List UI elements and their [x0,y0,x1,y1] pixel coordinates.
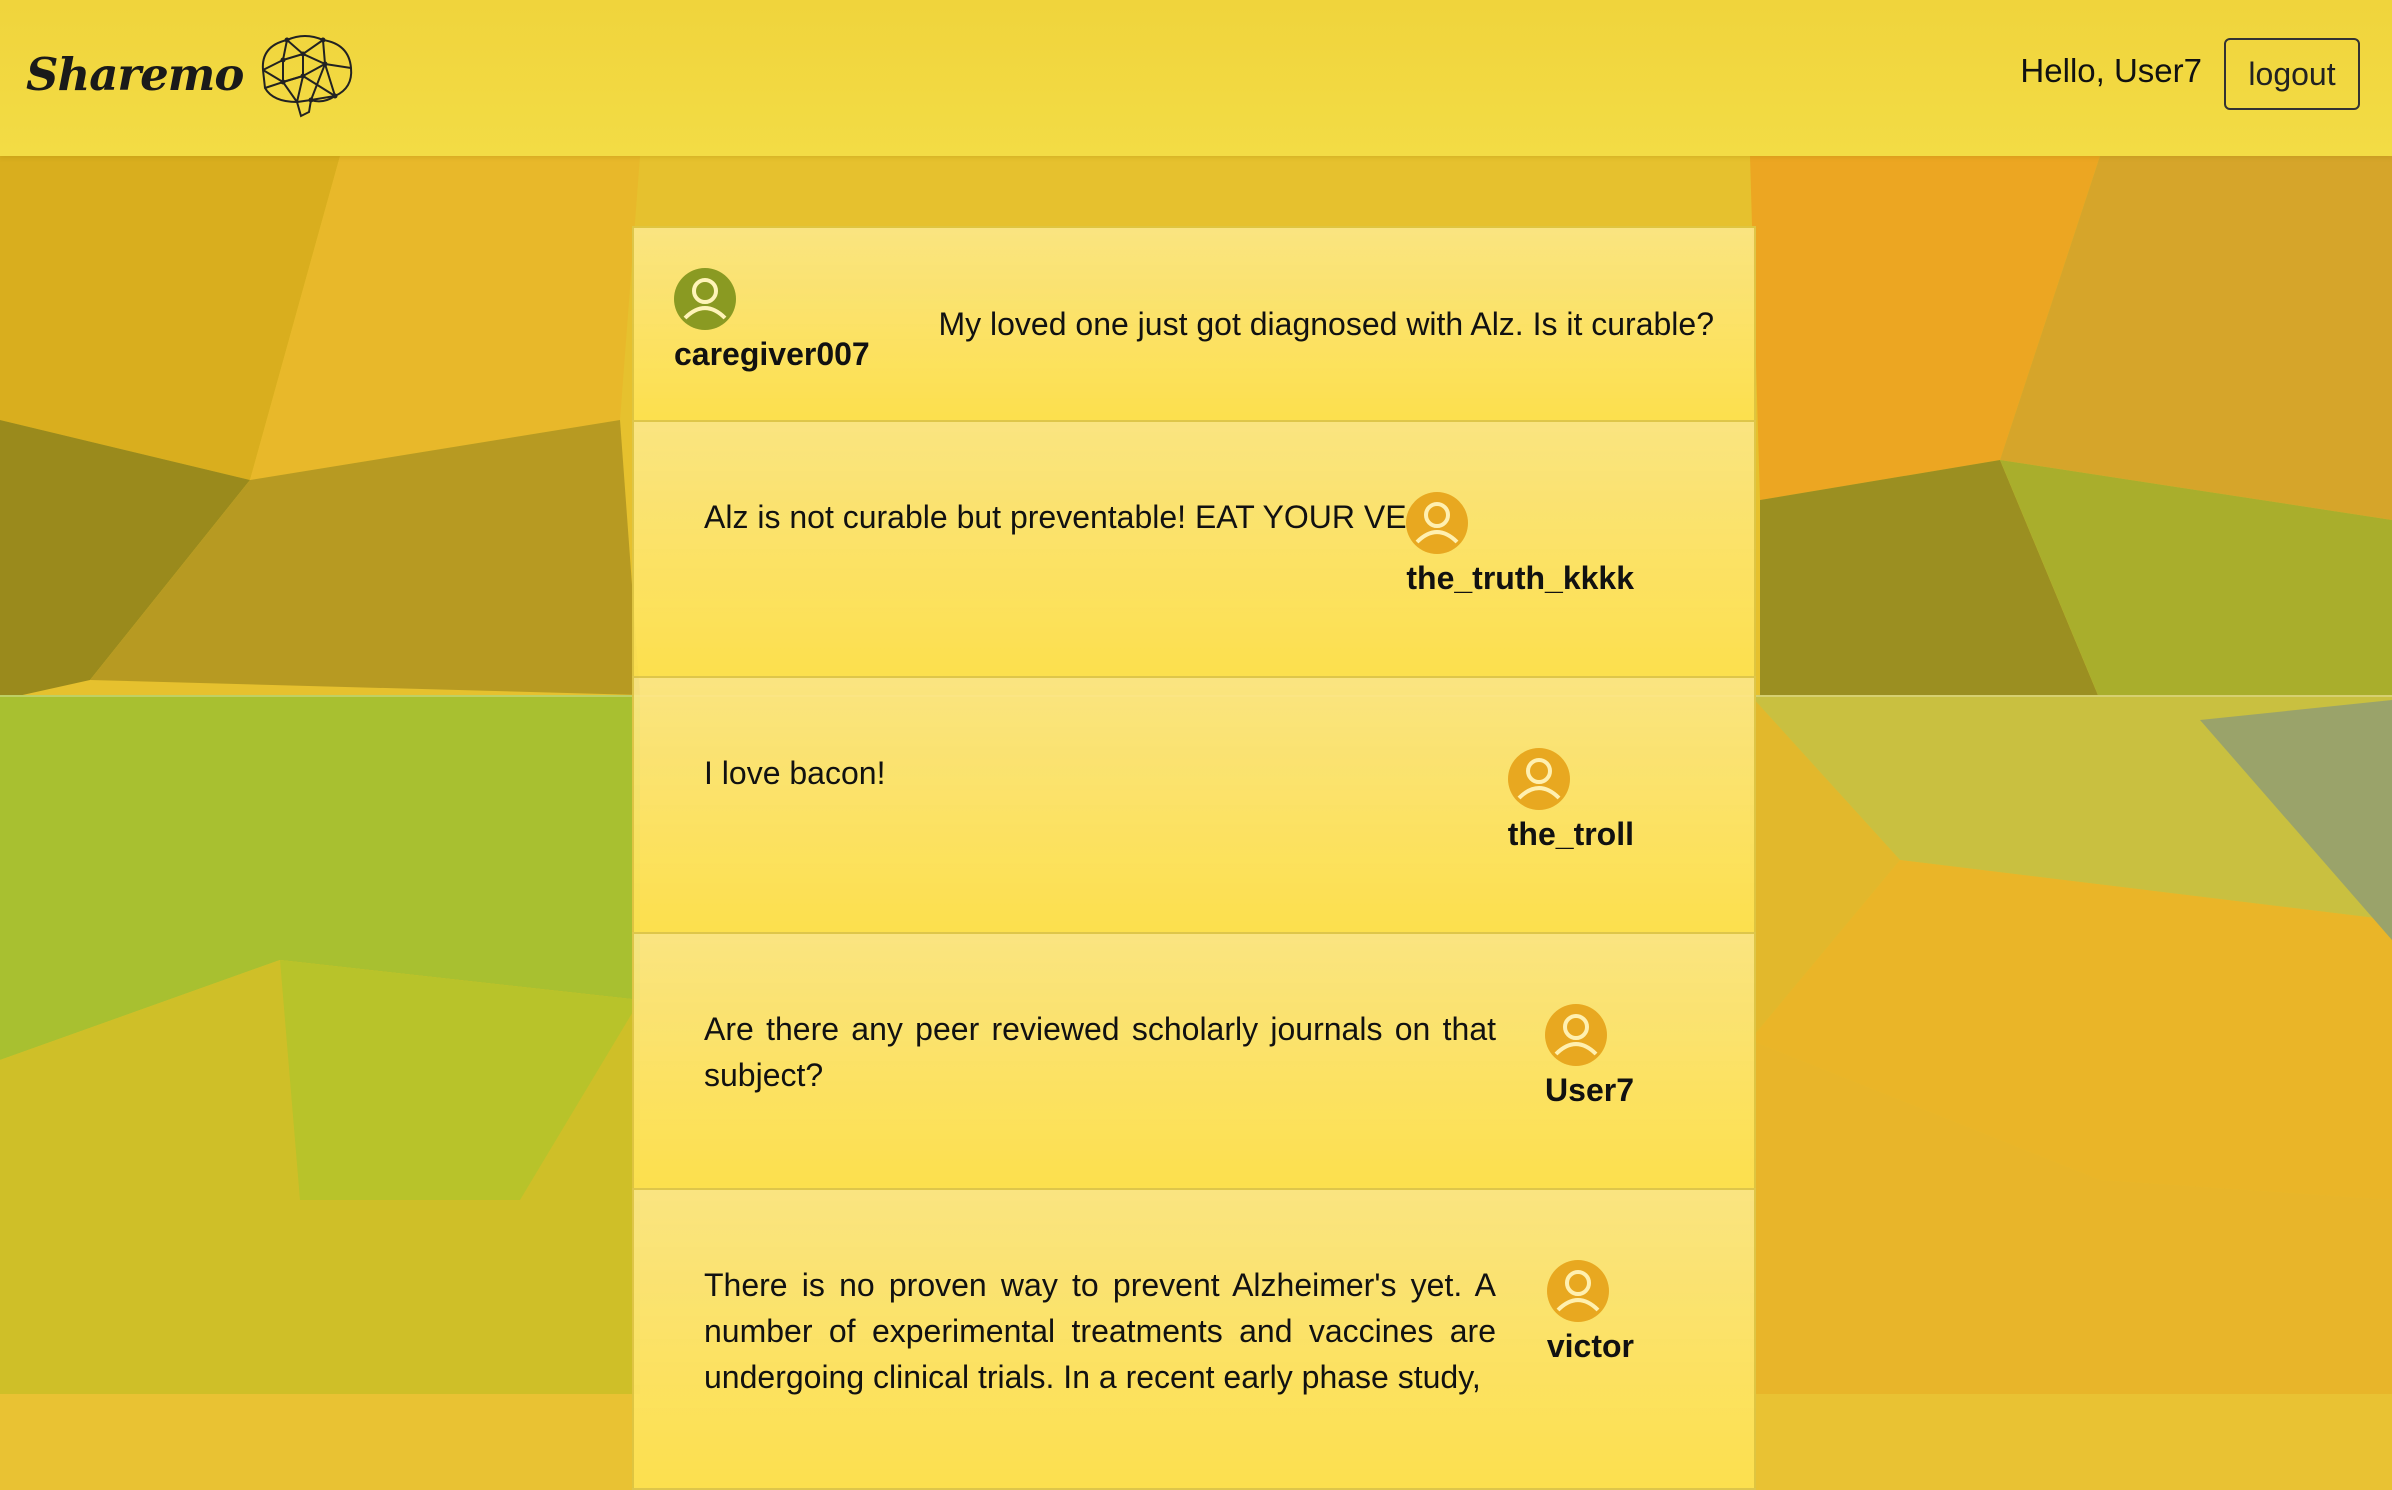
reply-post: Are there any peer reviewed scholarly jo… [632,934,1756,1190]
user-avatar-icon[interactable] [1406,492,1469,554]
reply-text: There is no proven way to prevent Alzhei… [704,1267,1496,1395]
question-post: caregiver007 My loved one just got diagn… [632,226,1756,422]
reply-text: I love bacon! [704,755,886,791]
question-author: caregiver007 [674,268,870,373]
reply-text: Alz is not curable but preventable! EAT … [704,499,1462,535]
reply-post: I love bacon! the_troll [632,678,1756,934]
reply-author-name[interactable]: the_troll [1508,816,1634,853]
reply-author: the_troll [1507,748,1634,853]
brand-name: Sharemo [26,47,244,101]
reply-author-name[interactable]: User7 [1545,1072,1634,1109]
user-avatar-icon[interactable] [1545,1004,1608,1066]
reply-author-name[interactable]: the_truth_kkkk [1406,560,1634,597]
brand-logo[interactable]: Sharemo [26,30,357,118]
top-navbar: Sharemo Hello, User7 logout [0,0,2392,156]
reply-author-name[interactable]: victor [1547,1328,1634,1365]
thread-feed: caregiver007 My loved one just got diagn… [632,226,1756,1490]
reply-author: victor [1546,1260,1634,1365]
question-author-name[interactable]: caregiver007 [674,336,870,373]
reply-author: User7 [1545,1004,1634,1109]
user-avatar-icon[interactable] [674,268,736,330]
brain-logo-icon [262,35,353,118]
logout-button[interactable]: logout [2224,38,2360,110]
user-avatar-icon[interactable] [1546,1260,1609,1322]
reply-post: Alz is not curable but preventable! EAT … [632,422,1756,678]
reply-post: There is no proven way to prevent Alzhei… [632,1190,1756,1490]
question-text: My loved one just got diagnosed with Alz… [938,306,1714,342]
reply-text: Are there any peer reviewed scholarly jo… [704,1011,1496,1093]
user-avatar-icon[interactable] [1507,748,1570,810]
reply-author: the_truth_kkkk [1406,492,1634,597]
user-greeting: Hello, User7 [2020,52,2202,89]
